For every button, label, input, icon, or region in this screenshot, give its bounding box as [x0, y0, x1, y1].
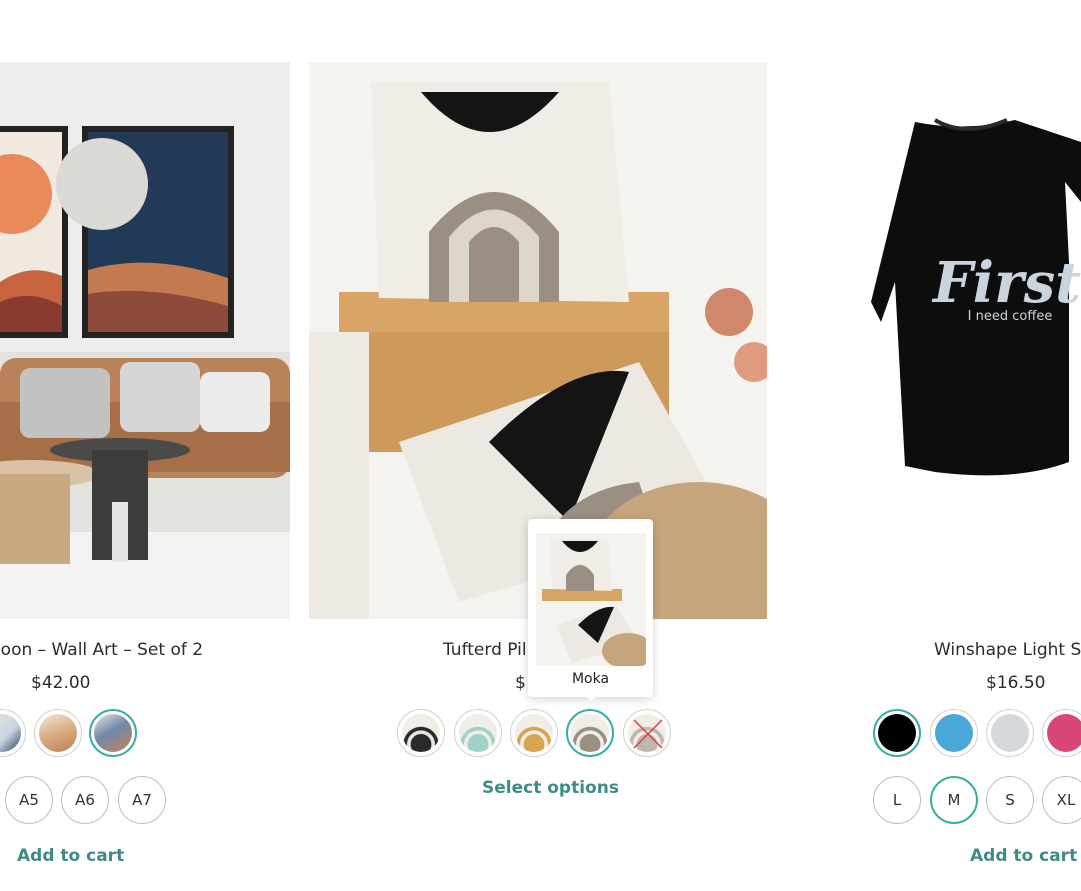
- select-options-button[interactable]: Select options: [482, 778, 619, 798]
- product-title[interactable]: Winshape Light Shi: [934, 640, 1081, 660]
- swatch-thumbnail-icon: [39, 714, 77, 752]
- size-option-l[interactable]: L: [873, 776, 921, 824]
- tooltip-arrow: [585, 695, 597, 702]
- swatch-thumbnail-icon: [459, 714, 497, 752]
- swatch-color-fill: [991, 714, 1029, 752]
- swatch-color-fill: [935, 714, 973, 752]
- swatch-pillow-black[interactable]: [397, 709, 445, 757]
- size-option-m[interactable]: M: [930, 776, 978, 824]
- size-option-xl[interactable]: XL: [1042, 776, 1081, 824]
- product-title[interactable]: Tufterd Pillo: [443, 640, 542, 660]
- swatch-wall-art-1[interactable]: [0, 709, 26, 757]
- swatch-color-fill: [878, 714, 916, 752]
- tshirt-print-line1: First: [931, 250, 1081, 316]
- swatch-pillow-teal[interactable]: [454, 709, 502, 757]
- size-option-a6[interactable]: A6: [61, 776, 109, 824]
- swatch-thumbnail-icon: [515, 714, 553, 752]
- product-price: $42.00: [31, 673, 91, 693]
- size-option-a7[interactable]: A7: [118, 776, 166, 824]
- tshirt-print-line2: I need coffee: [968, 309, 1053, 324]
- size-option-s[interactable]: S: [986, 776, 1034, 824]
- product-price: $16.50: [986, 673, 1046, 693]
- swatch-pillow-moka[interactable]: [566, 709, 614, 757]
- product-image-tshirt[interactable]: First I need coffee: [785, 62, 1081, 619]
- swatch-color-pink[interactable]: [1042, 709, 1081, 757]
- unavailable-cross-icon: [633, 719, 663, 749]
- swatch-wall-art-2[interactable]: [34, 709, 82, 757]
- product-title[interactable]: Moon – Wall Art – Set of 2: [0, 640, 203, 660]
- swatch-color-blue[interactable]: [930, 709, 978, 757]
- tooltip-label: Moka: [571, 671, 610, 687]
- product-image-wall-art[interactable]: [0, 62, 290, 619]
- swatch-thumbnail-icon: [402, 714, 440, 752]
- swatch-thumbnail-icon: [94, 714, 132, 752]
- swatch-tooltip: Moka: [528, 519, 653, 702]
- swatch-wall-art-3[interactable]: [89, 709, 137, 757]
- swatch-pillow-terracotta[interactable]: [510, 709, 558, 757]
- swatch-pillow-grey-unavailable[interactable]: [623, 709, 671, 757]
- swatch-thumbnail-icon: [0, 714, 21, 752]
- product-price: $: [515, 673, 526, 693]
- tooltip-preview-image: [536, 533, 646, 666]
- size-option-a5[interactable]: A5: [5, 776, 53, 824]
- swatch-thumbnail-icon: [571, 714, 609, 752]
- swatch-color-fill: [1047, 714, 1081, 752]
- swatch-color-black[interactable]: [873, 709, 921, 757]
- add-to-cart-button[interactable]: Add to cart: [970, 846, 1077, 866]
- add-to-cart-button[interactable]: Add to cart: [17, 846, 124, 866]
- swatch-color-grey[interactable]: [986, 709, 1034, 757]
